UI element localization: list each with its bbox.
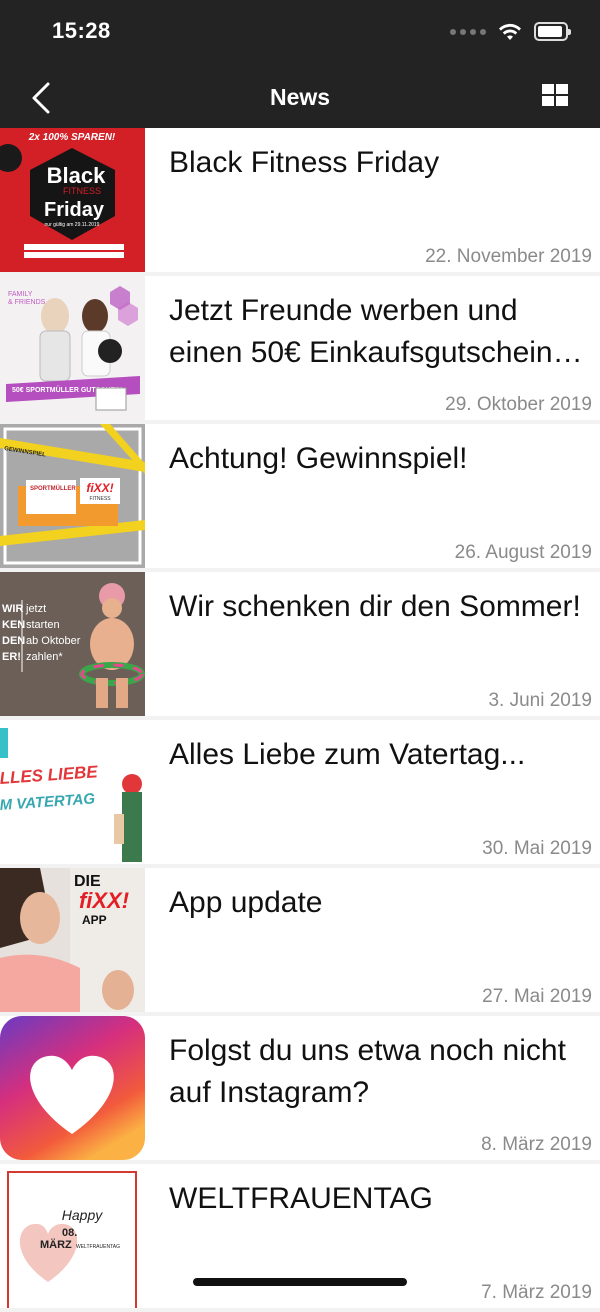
status-bar: 15:28	[0, 0, 600, 68]
thumb-text: jetzt	[25, 603, 46, 615]
thumb-text: starten	[26, 619, 60, 631]
thumb-text: APP	[82, 913, 107, 927]
grid-icon	[542, 84, 568, 106]
thumb-text: MÄRZ	[40, 1238, 72, 1251]
news-title: Folgst du uns etwa noch nicht auf Instag…	[169, 1034, 566, 1109]
news-title: App update	[169, 886, 323, 919]
thumb-text: Friday	[44, 199, 105, 221]
news-title: WELTFRAUENTAG	[169, 1182, 433, 1215]
news-thumbnail	[0, 1016, 145, 1160]
thumb-text: Happy	[62, 1207, 103, 1223]
thumb-text: 2x 100% SPAREN!	[28, 132, 116, 143]
thumb-text: zahlen*	[26, 651, 63, 663]
thumb-text: FITNESS	[89, 496, 111, 502]
news-thumbnail: GEWINNSPIEL SPORTMÜLLER fiXX! FITNESS	[0, 424, 145, 568]
news-item[interactable]: 2x 100% SPAREN! Black FITNESS Friday nur…	[0, 128, 600, 272]
news-date: 27. Mai 2019	[482, 986, 592, 1007]
news-date: 30. Mai 2019	[482, 838, 592, 859]
home-indicator[interactable]	[193, 1278, 407, 1286]
news-item[interactable]: FAMILY & FRIENDS 50€ SPORTMÜLLER GUTSCHE…	[0, 276, 600, 420]
thumb-text: ER!	[2, 651, 21, 663]
thumb-text: nur gültig am 29.11.2019	[45, 222, 100, 228]
news-thumbnail: 2x 100% SPAREN! Black FITNESS Friday nur…	[0, 128, 145, 272]
thumb-text: fiXX!	[79, 888, 129, 913]
news-date: 8. März 2019	[481, 1134, 592, 1155]
thumb-text: ab Oktober	[26, 635, 81, 647]
page-title: News	[269, 84, 331, 110]
thumb-text: WIR	[2, 603, 23, 615]
news-title: Achtung! Gewinnspiel!	[169, 442, 468, 475]
news-item[interactable]: GEWINNSPIEL SPORTMÜLLER fiXX! FITNESS Ac…	[0, 424, 600, 568]
news-date: 22. November 2019	[425, 246, 592, 267]
status-indicators	[450, 22, 571, 41]
news-thumbnail: WIR KEN DEN ER! jetzt starten ab Oktober…	[0, 572, 145, 716]
thumb-text: FAMILY	[8, 291, 33, 298]
news-title: Black Fitness Friday	[169, 146, 440, 179]
thumb-text: fiXX!	[86, 481, 113, 495]
news-title: Alles Liebe zum Vatertag...	[169, 738, 526, 771]
thumb-text: 08.	[62, 1227, 77, 1239]
news-date: 3. Juni 2019	[488, 690, 592, 711]
news-date: 7. März 2019	[481, 1282, 592, 1303]
news-item[interactable]: WIR KEN DEN ER! jetzt starten ab Oktober…	[0, 572, 600, 716]
news-thumbnail: Happy 08. MÄRZ WELTFRAUENTAG	[0, 1164, 145, 1308]
thumb-text: DEN	[2, 635, 25, 647]
thumb-text: FITNESS	[63, 186, 101, 196]
thumb-text: Black	[47, 163, 106, 188]
signal-icon	[450, 28, 486, 35]
news-title: Jetzt Freunde werben und einen 50€ Einka…	[169, 294, 553, 369]
navigation-bar: News	[0, 68, 600, 128]
news-thumbnail: DIE fiXX! APP	[0, 868, 145, 1012]
grid-view-button[interactable]	[542, 84, 568, 108]
news-list: 2x 100% SPAREN! Black FITNESS Friday nur…	[0, 128, 600, 1312]
wifi-icon	[499, 23, 521, 40]
news-date: 26. August 2019	[454, 542, 592, 563]
news-title: Wir schenken dir den Sommer!	[169, 590, 581, 623]
thumb-text: WELTFRAUENTAG	[76, 1244, 120, 1250]
battery-icon	[534, 22, 571, 41]
news-item[interactable]: Folgst du uns etwa noch nicht auf Instag…	[0, 1016, 600, 1160]
news-date: 29. Oktober 2019	[445, 394, 592, 415]
thumb-text: & FRIENDS	[8, 299, 46, 306]
news-item[interactable]: Happy 08. MÄRZ WELTFRAUENTAG WELTFRAUENT…	[0, 1164, 600, 1308]
news-item[interactable]: LLES LIEBE M VATERTAG Alles Liebe zum Va…	[0, 720, 600, 864]
news-thumbnail: LLES LIEBE M VATERTAG	[0, 720, 145, 864]
thumb-text: SPORTMÜLLER	[30, 485, 76, 492]
status-time: 15:28	[52, 18, 111, 43]
thumb-text: KEN	[2, 619, 25, 631]
news-thumbnail: FAMILY & FRIENDS 50€ SPORTMÜLLER GUTSCHE…	[0, 276, 145, 420]
news-item[interactable]: DIE fiXX! APP App update 27. Mai 2019	[0, 868, 600, 1012]
